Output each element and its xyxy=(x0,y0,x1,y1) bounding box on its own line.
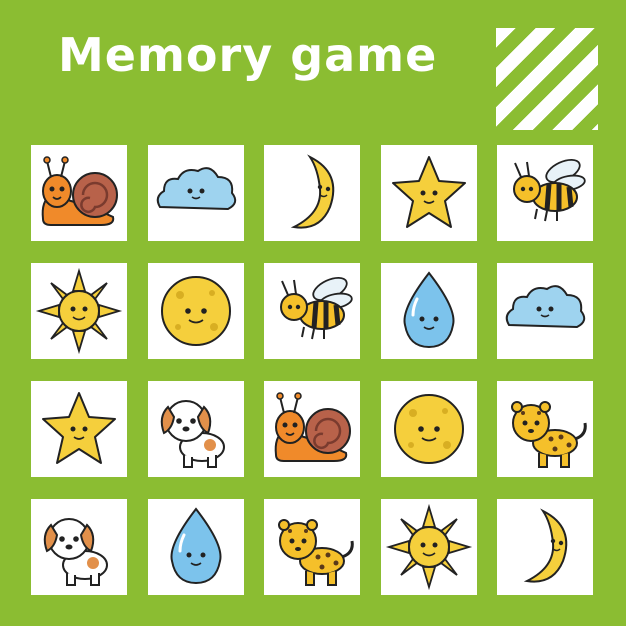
full-moon-icon xyxy=(381,381,477,477)
card-sun[interactable] xyxy=(380,499,477,595)
card-leopard[interactable] xyxy=(497,381,593,477)
snail-icon xyxy=(31,145,127,241)
moon-icon xyxy=(264,145,360,241)
water-drop-icon xyxy=(381,263,477,359)
card-moon[interactable] xyxy=(264,145,360,241)
puppy-icon xyxy=(31,499,127,595)
card-star[interactable] xyxy=(380,145,477,241)
card-snail[interactable] xyxy=(31,145,127,241)
leopard-icon xyxy=(264,499,360,595)
card-bee[interactable] xyxy=(497,145,593,241)
puppy-icon xyxy=(148,381,244,477)
card-cloud[interactable] xyxy=(497,263,593,359)
card-bee[interactable] xyxy=(264,263,360,359)
star-icon xyxy=(31,381,127,477)
water-drop-icon xyxy=(148,499,244,595)
card-leopard[interactable] xyxy=(264,499,360,595)
star-icon xyxy=(381,145,477,241)
full-moon-icon xyxy=(148,263,244,359)
card-moon[interactable] xyxy=(497,499,593,595)
bee-icon xyxy=(497,145,593,241)
card-water-drop[interactable] xyxy=(380,263,477,359)
card-sun[interactable] xyxy=(31,263,127,359)
card-puppy[interactable] xyxy=(147,381,244,477)
sun-icon xyxy=(31,263,127,359)
striped-corner-decoration xyxy=(496,28,598,130)
moon-icon xyxy=(497,499,593,595)
card-snail[interactable] xyxy=(264,381,360,477)
leopard-icon xyxy=(497,381,593,477)
card-puppy[interactable] xyxy=(31,499,127,595)
sun-icon xyxy=(381,499,477,595)
card-full-moon[interactable] xyxy=(380,381,477,477)
card-water-drop[interactable] xyxy=(147,499,244,595)
card-cloud[interactable] xyxy=(147,145,244,241)
cloud-icon xyxy=(148,145,244,241)
card-full-moon[interactable] xyxy=(147,263,244,359)
card-star[interactable] xyxy=(31,381,127,477)
page-title: Memory game xyxy=(58,28,438,82)
bee-icon xyxy=(264,263,360,359)
snail-icon xyxy=(264,381,360,477)
cloud-icon xyxy=(497,263,593,359)
